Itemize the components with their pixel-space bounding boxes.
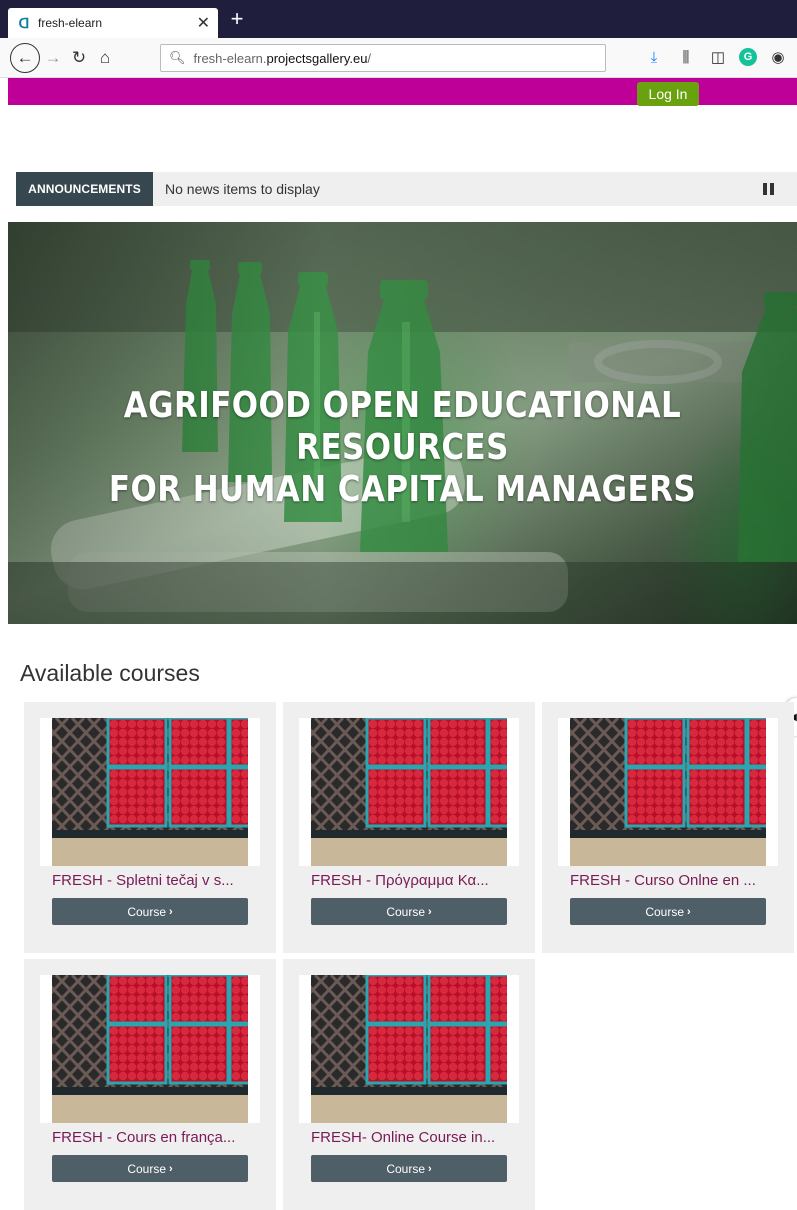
chevron-right-icon: › (687, 905, 691, 918)
announcements-label: ANNOUNCEMENTS (16, 172, 153, 206)
new-tab-icon[interactable]: + (226, 8, 248, 31)
course-card: FRESH - Πρόγραμμα Κα... Course › (283, 702, 535, 953)
back-icon[interactable]: ← (10, 42, 40, 73)
course-button-label: Course (386, 1161, 425, 1176)
course-card: FRESH - Curso Onlne en ... Course › (542, 702, 794, 953)
course-image[interactable] (40, 718, 260, 866)
close-tab-icon[interactable]: ✕ (197, 13, 210, 33)
course-button-label: Course (127, 904, 166, 919)
banner-title-line-1: AGRIFOOD OPEN EDUCATIONAL RESOURCES (123, 385, 682, 468)
banner-title: AGRIFOOD OPEN EDUCATIONAL RESOURCES FOR … (63, 385, 742, 511)
course-button-label: Course (645, 904, 684, 919)
chevron-right-icon: › (428, 1162, 432, 1175)
course-title-link[interactable]: FRESH - Spletni tečaj v s... (52, 872, 258, 889)
sidebar-icon[interactable]: ◫ (707, 46, 729, 68)
announcements-ticker: ANNOUNCEMENTS No news items to display (16, 172, 797, 206)
forward-icon[interactable]: → (40, 45, 66, 71)
course-title-link[interactable]: FRESH - Πρόγραμμα Κα... (311, 872, 517, 889)
site-favicon-icon: ᗡ (18, 14, 30, 31)
course-image[interactable] (299, 718, 519, 866)
announcements-text: No news items to display (165, 181, 320, 197)
grammarly-icon[interactable]: G (739, 48, 757, 66)
chevron-right-icon: › (169, 905, 173, 918)
url-prefix: fresh-elearn. (193, 50, 267, 66)
hero-banner: AGRIFOOD OPEN EDUCATIONAL RESOURCES FOR … (8, 222, 797, 624)
browser-toolbar: ⤓ ⫼ ◫ G ◉ (643, 46, 789, 68)
chevron-right-icon: › (169, 1162, 173, 1175)
course-image[interactable] (40, 975, 260, 1123)
course-button-label: Course (127, 1161, 166, 1176)
browser-tab[interactable]: ᗡ fresh-elearn ✕ (8, 8, 218, 38)
url-domain: projectsgallery.eu (266, 50, 368, 66)
course-image[interactable] (558, 718, 778, 866)
chevron-right-icon: › (428, 905, 432, 918)
course-button[interactable]: Course › (311, 898, 507, 925)
url-suffix: / (367, 50, 372, 66)
course-button[interactable]: Course › (52, 1155, 248, 1182)
account-icon[interactable]: ◉ (767, 46, 789, 68)
search-icon: 🔍︎ (169, 50, 186, 65)
tab-title: fresh-elearn (38, 16, 103, 30)
reload-icon[interactable]: ↻ (66, 45, 92, 71)
course-button[interactable]: Course › (52, 898, 248, 925)
course-title-link[interactable]: FRESH- Online Course in... (311, 1129, 517, 1146)
course-image[interactable] (299, 975, 519, 1123)
course-title-link[interactable]: FRESH - Curso Onlne en ... (570, 872, 776, 889)
browser-tab-bar: ᗡ fresh-elearn ✕ + (0, 0, 797, 38)
available-courses-heading: Available courses (20, 660, 200, 686)
login-button[interactable]: Log In (637, 82, 699, 106)
course-card: FRESH - Cours en frança... Course › (24, 959, 276, 1210)
home-icon[interactable]: ⌂ (92, 45, 118, 71)
browser-nav-bar: ← → ↻ ⌂ 🔍︎ fresh-elearn. projectsgallery.… (0, 38, 797, 78)
banner-title-line-2: FOR HUMAN CAPITAL MANAGERS (108, 469, 697, 510)
course-card: FRESH - Spletni tečaj v s... Course › (24, 702, 276, 953)
pause-icon[interactable] (753, 183, 783, 195)
address-bar[interactable]: 🔍︎ fresh-elearn. projectsgallery.eu / (160, 44, 606, 72)
course-title-link[interactable]: FRESH - Cours en frança... (52, 1129, 258, 1146)
download-icon[interactable]: ⤓ (643, 46, 665, 68)
course-button[interactable]: Course › (570, 898, 766, 925)
library-icon[interactable]: ⫼ (675, 46, 697, 68)
course-button[interactable]: Course › (311, 1155, 507, 1182)
course-card: FRESH- Online Course in... Course › (283, 959, 535, 1210)
course-button-label: Course (386, 904, 425, 919)
